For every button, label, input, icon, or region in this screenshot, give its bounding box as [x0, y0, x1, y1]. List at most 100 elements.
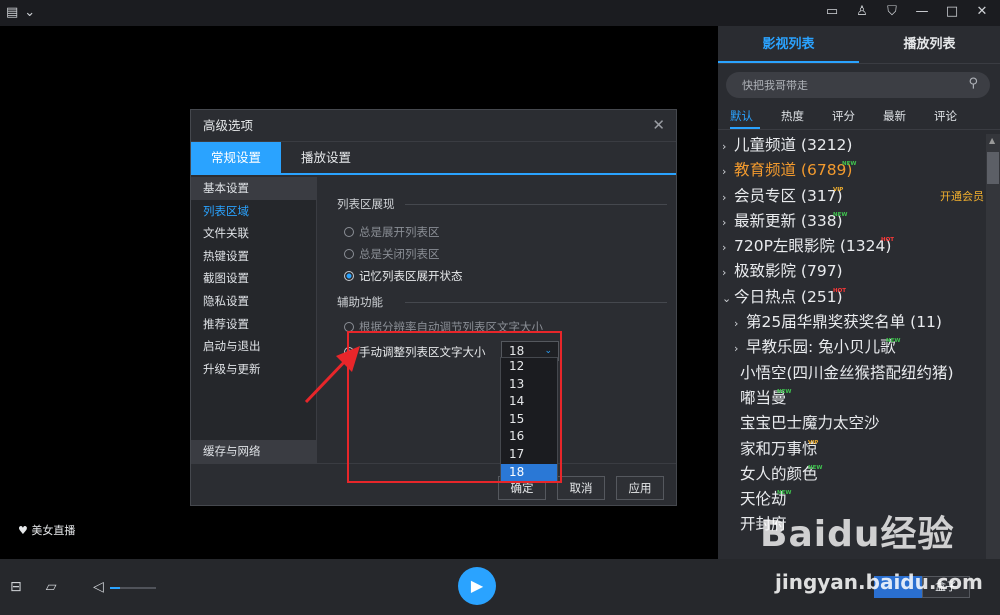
list-item[interactable]: › 720P左眼影院 (1324) HOT [718, 234, 984, 259]
list-item[interactable]: › 教育频道 (6789) NEW [718, 158, 984, 183]
minimize-icon[interactable]: — [914, 4, 930, 19]
chevron-right-icon: › [722, 165, 727, 179]
chevron-right-icon: › [722, 190, 727, 204]
chevron-right-icon: › [734, 342, 739, 356]
tab-playback-settings[interactable]: 播放设置 [281, 142, 371, 173]
nav-upgrade[interactable]: 升级与更新 [191, 358, 316, 381]
watermark-url: jingyan.baidu.com [775, 570, 983, 594]
live-link[interactable]: ♥ 美女直播 [18, 522, 75, 538]
search-input[interactable] [726, 72, 956, 98]
sort-tabs: 默认 热度 评分 最新 评论 [718, 108, 1000, 130]
radio-remember-state[interactable]: 记忆列表区展开状态 [337, 265, 667, 287]
scrollbar[interactable]: ▲ [986, 134, 1000, 559]
list-item-label: 极致影院 (797) [734, 262, 843, 281]
title-bar: ▤ ⌄ ▭ ♙ ⛉ — □ ✕ [0, 0, 1000, 26]
play-button[interactable]: ▶ [458, 567, 496, 605]
dialog-title: 高级选项 [191, 110, 676, 142]
radio-always-collapse[interactable]: 总是关闭列表区 [337, 243, 667, 265]
list-item[interactable]: › 早教乐园: 兔小贝儿歌 NEW [718, 335, 984, 360]
scroll-up-icon[interactable]: ▲ [989, 136, 995, 145]
list-item[interactable]: › 第25届华鼎奖获奖名单 (11) [718, 310, 984, 335]
sort-rating[interactable]: 评分 [832, 108, 883, 129]
list-item-label: 720P左眼影院 (1324) [734, 237, 892, 256]
layout-icon[interactable]: ▤ [6, 5, 18, 20]
list-item[interactable]: 家和万事惊 VIP [718, 437, 984, 462]
tag-badge: NEW [777, 490, 792, 497]
list-item[interactable]: 宝宝巴士魔力太空沙 [718, 411, 984, 436]
cancel-button[interactable]: 取消 [557, 476, 605, 500]
list-item-label: 会员专区 (317) [734, 186, 843, 205]
play-icon: ▶ [470, 576, 484, 595]
tag-badge: VIP [833, 186, 844, 193]
list-item-label: 最新更新 (338) [734, 211, 843, 230]
search-icon[interactable]: ⚲ [968, 76, 978, 91]
close-icon[interactable]: ✕ [974, 4, 990, 19]
nav-file-association[interactable]: 文件关联 [191, 222, 316, 245]
tag-badge: NEW [886, 338, 901, 345]
panel-tabs: 影视列表 播放列表 [718, 26, 1000, 64]
list-item[interactable]: › 极致影院 (797) [718, 259, 984, 284]
list-item[interactable]: 女人的颜色 NEW [718, 462, 984, 487]
player-window: ▤ ⌄ ▭ ♙ ⛉ — □ ✕ 影视列表 播放列表 ⚲ 默认 热度 评分 最新 … [0, 0, 1000, 615]
tab-play-list[interactable]: 播放列表 [859, 26, 1000, 63]
tab-general-settings[interactable]: 常规设置 [191, 142, 281, 173]
chevron-down-icon: ⌄ [722, 291, 732, 305]
tag-badge: VIP [808, 439, 819, 446]
dialog-tabs: 常规设置 播放设置 [191, 142, 676, 175]
tag-badge: NEW [808, 464, 823, 471]
volume-icon[interactable]: ◁ [93, 579, 104, 595]
nav-hotkeys[interactable]: 热键设置 [191, 245, 316, 268]
chevron-down-icon[interactable]: ⌄ [24, 5, 35, 20]
list-item-label: 宝宝巴士魔力太空沙 [740, 414, 880, 433]
highlight-box [347, 331, 562, 483]
search-box: ⚲ [726, 72, 990, 98]
sort-popularity[interactable]: 热度 [781, 108, 832, 129]
nav-recommend[interactable]: 推荐设置 [191, 313, 316, 336]
nav-basic-settings[interactable]: 基本设置 [191, 177, 316, 200]
section-assist: 辅助功能 [337, 291, 667, 313]
close-icon[interactable]: ✕ [652, 116, 665, 134]
skin-icon[interactable]: ♙ [854, 4, 870, 19]
radio-always-expand[interactable]: 总是展开列表区 [337, 221, 667, 243]
list-item[interactable]: ⌄ 今日热点 (251) HOT [718, 285, 984, 310]
nav-privacy[interactable]: 隐私设置 [191, 290, 316, 313]
nav-cache-network[interactable]: 缓存与网络 [191, 440, 317, 463]
list-item-label: 儿童频道 (3212) [734, 136, 853, 154]
list-item[interactable]: › 最新更新 (338) NEW [718, 209, 984, 234]
list-item-label: 今日热点 (251) [734, 287, 843, 306]
section-list-display: 列表区展现 [337, 193, 667, 215]
list-item[interactable]: 小悟空(四川金丝猴搭配纽约猪) [718, 361, 984, 386]
chevron-right-icon: › [722, 241, 727, 255]
list-item-label: 女人的颜色 [740, 464, 818, 483]
chevron-right-icon: › [722, 140, 727, 153]
list-item-label: 小悟空(四川金丝猴搭配纽约猪) [740, 363, 954, 382]
tag-badge: NEW [777, 388, 792, 395]
volume-slider[interactable] [110, 587, 156, 589]
tab-video-list[interactable]: 影视列表 [718, 26, 859, 63]
tag-badge: HOT [833, 287, 847, 294]
tag-badge: HOT [881, 237, 895, 244]
nav-startup-exit[interactable]: 启动与退出 [191, 335, 316, 358]
sort-comments[interactable]: 评论 [934, 108, 985, 129]
list-item[interactable]: 嘟当曼 NEW [718, 386, 984, 411]
vip-link[interactable]: 开通会员 [940, 184, 984, 209]
nav-list-area[interactable]: 列表区域 [191, 200, 316, 223]
shirt-icon[interactable]: ⛉ [884, 4, 900, 19]
list-item-label: 第25届华鼎奖获奖名单 (11) [746, 313, 942, 332]
maximize-icon[interactable]: □ [944, 4, 960, 19]
open-folder-icon[interactable]: ▱ [46, 579, 57, 595]
list-item[interactable]: › 会员专区 (317) VIP 开通会员 [718, 184, 984, 209]
playlist-panel: 影视列表 播放列表 ⚲ 默认 热度 评分 最新 评论 ›儿童频道 (3212)›… [718, 26, 1000, 559]
nav-screenshot[interactable]: 截图设置 [191, 267, 316, 290]
apply-button[interactable]: 应用 [616, 476, 664, 500]
message-icon[interactable]: ▭ [824, 4, 840, 19]
chevron-right-icon: › [722, 215, 727, 229]
list-item-label: 家和万事惊 [740, 439, 818, 458]
list-item[interactable]: › 儿童频道 (3212) [718, 133, 984, 158]
toolbox-icon[interactable]: ⊟ [10, 579, 22, 595]
chevron-right-icon: › [722, 266, 727, 280]
sort-newest[interactable]: 最新 [883, 108, 934, 129]
live-label: 美女直播 [31, 524, 76, 537]
scrollbar-thumb[interactable] [987, 152, 999, 184]
sort-default[interactable]: 默认 [730, 108, 760, 129]
